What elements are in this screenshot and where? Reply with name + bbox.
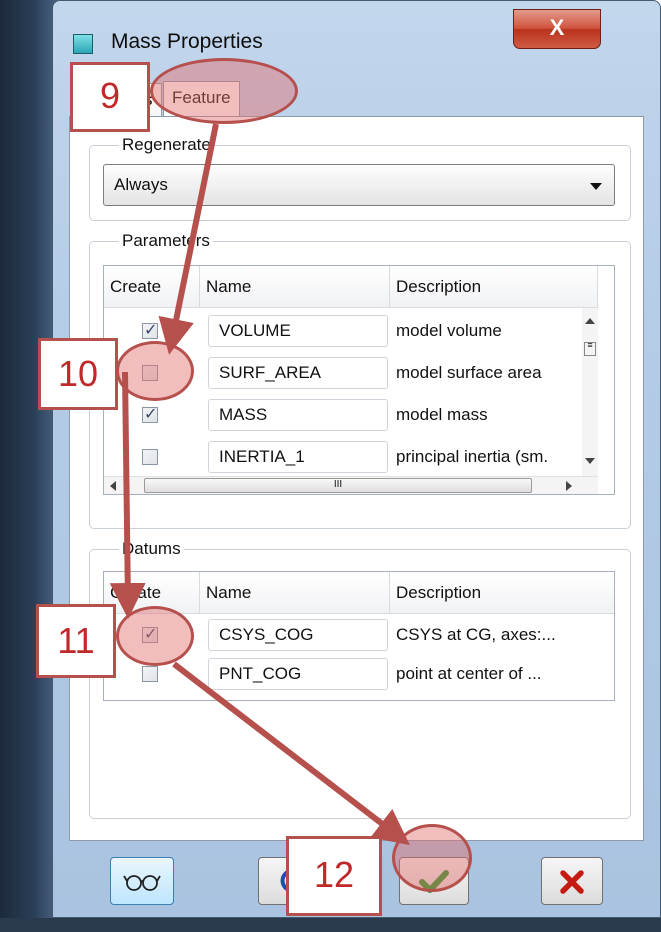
title-bar[interactable]: Mass Properties X	[53, 1, 660, 65]
parameters-label: Parameters	[119, 231, 213, 251]
table-row-name[interactable]: CSYS_COG	[208, 619, 388, 651]
step-callout-11: 11	[36, 604, 116, 678]
row-checkbox[interactable]	[142, 449, 158, 465]
table-row-description: model surface area	[396, 363, 542, 382]
header-create[interactable]: Create	[104, 266, 200, 308]
step-callout-12: 12	[286, 836, 382, 916]
header-description[interactable]: Description	[390, 572, 614, 614]
table-row-description: principal inertia (sm.	[396, 447, 549, 466]
vertical-scrollbar[interactable]: ≡	[582, 308, 598, 476]
highlight-csys-cog-checkbox	[116, 606, 194, 666]
header-name[interactable]: Name	[200, 572, 390, 614]
scroll-up-icon[interactable]	[585, 318, 595, 324]
scroll-left-icon[interactable]	[110, 481, 116, 491]
scroll-grip-icon[interactable]: ≡	[584, 341, 596, 356]
table-row-description: model volume	[396, 321, 502, 340]
table-row-name[interactable]: PNT_COG	[208, 658, 388, 690]
horizontal-scrollbar[interactable]: III	[104, 476, 598, 494]
regenerate-label: Regenerate	[119, 135, 214, 155]
table-row-description: CSYS at CG, axes:...	[396, 625, 556, 644]
row-checkbox[interactable]	[142, 666, 158, 682]
x-icon	[560, 870, 584, 894]
row-checkbox[interactable]	[142, 404, 158, 424]
highlight-surf-area-checkbox	[116, 341, 194, 401]
table-row-name[interactable]: VOLUME	[208, 315, 388, 347]
step-callout-10: 10	[38, 338, 118, 410]
highlight-feature-tab	[150, 58, 298, 124]
header-description[interactable]: Description	[390, 266, 598, 308]
scroll-down-icon[interactable]	[585, 458, 595, 464]
highlight-ok-button	[392, 824, 472, 892]
mass-properties-window: Mass Properties X s Feature Regenerate A…	[52, 0, 661, 918]
datums-label: Datums	[119, 539, 184, 559]
table-row-description: model mass	[396, 405, 488, 424]
row-checkbox[interactable]	[142, 320, 158, 340]
app-icon	[73, 34, 93, 54]
window-title: Mass Properties	[111, 30, 263, 53]
scroll-right-icon[interactable]	[566, 481, 572, 491]
cancel-button[interactable]	[541, 857, 603, 905]
glasses-icon	[123, 875, 161, 891]
regenerate-value: Always	[114, 175, 168, 194]
step-callout-9: 9	[70, 62, 150, 132]
desktop-background	[0, 0, 58, 932]
preview-button[interactable]	[110, 857, 174, 905]
header-name[interactable]: Name	[200, 266, 390, 308]
close-button[interactable]: X	[513, 9, 601, 49]
table-row-description: point at center of ...	[396, 664, 542, 683]
table-row-name[interactable]: MASS	[208, 399, 388, 431]
table-row-name[interactable]: INERTIA_1	[208, 441, 388, 473]
chevron-down-icon	[590, 183, 602, 190]
table-row-name[interactable]: SURF_AREA	[208, 357, 388, 389]
scroll-thumb[interactable]: III	[144, 478, 532, 493]
desktop-taskbar-edge	[0, 918, 661, 932]
regenerate-dropdown[interactable]: Always	[103, 164, 615, 206]
